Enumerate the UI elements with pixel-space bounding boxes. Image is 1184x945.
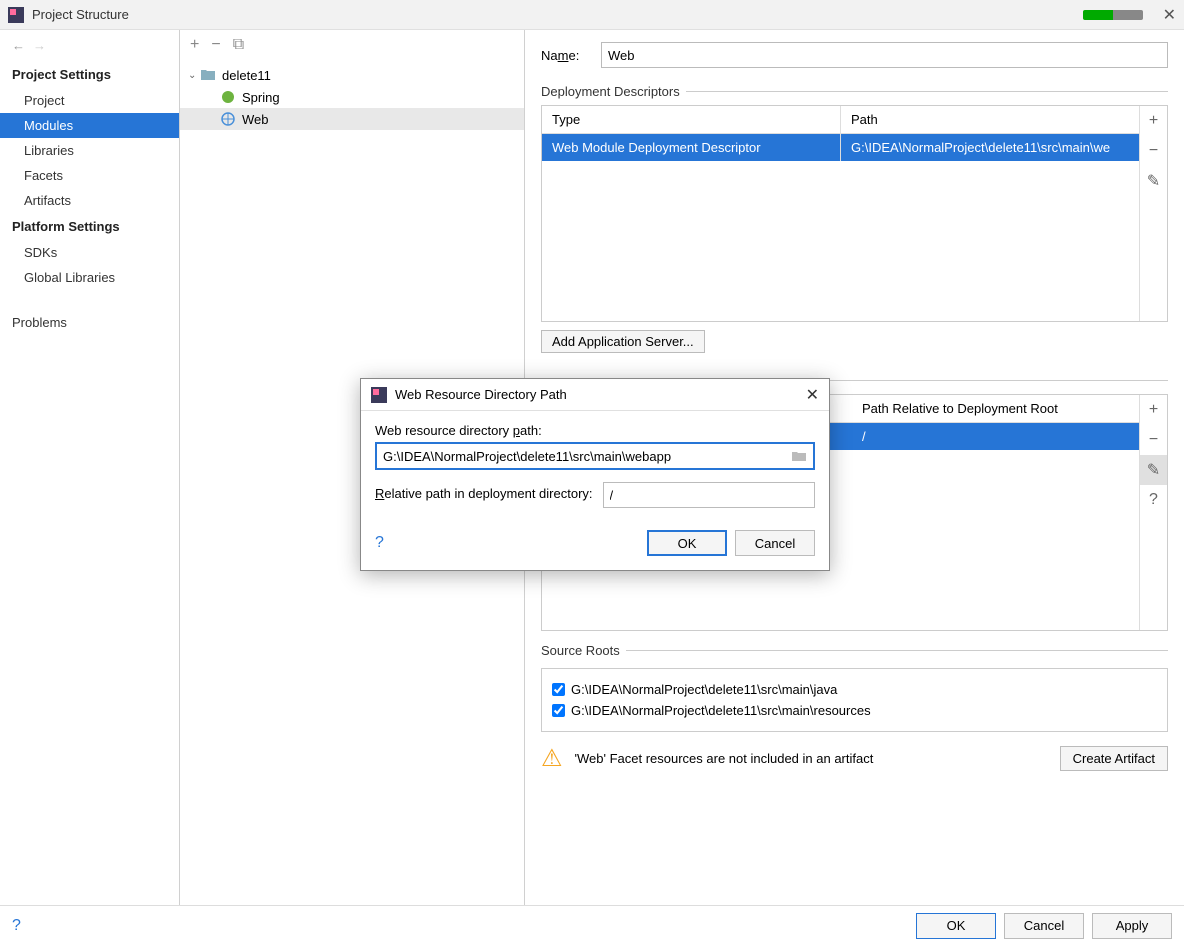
create-artifact-button[interactable]: Create Artifact <box>1060 746 1168 771</box>
web-resource-dialog: Web Resource Directory Path ✕ Web resour… <box>360 378 830 571</box>
source-root-checkbox[interactable] <box>552 683 565 696</box>
close-icon[interactable]: ✕ <box>806 385 819 405</box>
deployment-descriptors-table: Type Path Web Module Deployment Descript… <box>541 105 1168 322</box>
chevron-down-icon[interactable]: ⌄ <box>188 70 200 81</box>
warning-row: ⚠ 'Web' Facet resources are not included… <box>541 744 1168 773</box>
path-input-wrap <box>375 442 815 470</box>
remove-icon[interactable]: − <box>211 36 220 54</box>
tree-label: delete11 <box>222 68 271 83</box>
col-path-header[interactable]: Path <box>841 106 1139 133</box>
forward-icon[interactable]: → <box>33 38 46 53</box>
sidebar-item-global-libraries[interactable]: Global Libraries <box>0 265 179 290</box>
cell-path: G:\IDEA\NormalProject\delete11\src\main\… <box>841 134 1139 161</box>
name-label: Name: <box>541 48 601 63</box>
add-icon[interactable]: + <box>1140 395 1167 425</box>
help-icon[interactable]: ? <box>375 534 384 552</box>
name-field-row: Name: <box>541 42 1168 68</box>
warning-text: 'Web' Facet resources are not included i… <box>575 751 874 766</box>
source-roots-fieldset: Source Roots G:\IDEA\NormalProject\delet… <box>541 643 1168 732</box>
sidebar-item-sdks[interactable]: SDKs <box>0 240 179 265</box>
path-input[interactable] <box>377 444 785 468</box>
tree-label: Spring <box>242 90 280 105</box>
titlebar: Project Structure ✕ <box>0 0 1184 30</box>
app-icon <box>8 7 24 23</box>
relative-path-input[interactable] <box>603 482 815 508</box>
ok-button[interactable]: OK <box>647 530 727 556</box>
window-controls: ✕ <box>1083 5 1176 25</box>
sidebar-item-problems[interactable]: Problems <box>0 310 179 335</box>
edit-icon[interactable]: ✎ <box>1140 455 1167 485</box>
remove-icon[interactable]: − <box>1140 136 1167 166</box>
sidebar: ← → Project Settings Project Modules Lib… <box>0 30 180 905</box>
cancel-button[interactable]: Cancel <box>735 530 815 556</box>
browse-icon[interactable] <box>785 444 813 468</box>
table-header: Type Path <box>542 106 1139 134</box>
close-icon[interactable]: ✕ <box>1163 5 1176 25</box>
section-platform-settings: Platform Settings <box>0 213 179 240</box>
help-icon[interactable]: ? <box>12 917 21 935</box>
nav-arrows: ← → <box>0 38 179 61</box>
cell-type: Web Module Deployment Descriptor <box>542 134 841 161</box>
tree-node-spring[interactable]: Spring <box>180 86 524 108</box>
source-root-row[interactable]: G:\IDEA\NormalProject\delete11\src\main\… <box>552 679 1157 700</box>
app-icon <box>371 387 387 403</box>
tree-node-delete11[interactable]: ⌄ delete11 <box>180 64 524 86</box>
col-rel-header[interactable]: Path Relative to Deployment Root <box>852 395 1139 422</box>
source-root-checkbox[interactable] <box>552 704 565 717</box>
module-tree: ⌄ delete11 Spring Web <box>180 60 524 134</box>
copy-icon[interactable]: ⧉ <box>233 36 244 54</box>
sidebar-item-libraries[interactable]: Libraries <box>0 138 179 163</box>
deployment-descriptors-fieldset: Deployment Descriptors Type Path Web Mod… <box>541 84 1168 361</box>
relative-path-row: Relative path in deployment directory: <box>375 482 815 508</box>
source-roots-list: G:\IDEA\NormalProject\delete11\src\main\… <box>541 668 1168 732</box>
edit-icon[interactable]: ✎ <box>1140 166 1167 196</box>
relative-path-label: Relative path in deployment directory: <box>375 486 593 501</box>
sidebar-item-facets[interactable]: Facets <box>0 163 179 188</box>
back-icon[interactable]: ← <box>12 38 25 53</box>
apply-button[interactable]: Apply <box>1092 913 1172 939</box>
cancel-button[interactable]: Cancel <box>1004 913 1084 939</box>
warning-icon: ⚠ <box>541 744 563 773</box>
add-icon[interactable]: + <box>190 36 199 54</box>
memory-indicator[interactable] <box>1083 10 1143 20</box>
source-root-path: G:\IDEA\NormalProject\delete11\src\main\… <box>571 682 837 697</box>
dialog-footer: ? OK Cancel Apply <box>0 905 1184 945</box>
tree-toolbar: + − ⧉ <box>180 30 524 60</box>
col-type-header[interactable]: Type <box>542 106 841 133</box>
sidebar-item-artifacts[interactable]: Artifacts <box>0 188 179 213</box>
ok-button[interactable]: OK <box>916 913 996 939</box>
source-root-row[interactable]: G:\IDEA\NormalProject\delete11\src\main\… <box>552 700 1157 721</box>
cell-rel: / <box>852 423 1139 450</box>
path-label: Web resource directory path: <box>375 423 815 438</box>
web-icon <box>220 111 236 127</box>
modal-titlebar: Web Resource Directory Path ✕ <box>361 379 829 411</box>
add-icon[interactable]: + <box>1140 106 1167 136</box>
add-app-server-button[interactable]: Add Application Server... <box>541 330 705 353</box>
spring-icon <box>220 89 236 105</box>
modal-body: Web resource directory path: Relative pa… <box>361 411 829 520</box>
sidebar-item-project[interactable]: Project <box>0 88 179 113</box>
side-buttons: + − ✎ ? <box>1139 395 1167 630</box>
help-icon[interactable]: ? <box>1140 485 1167 515</box>
sidebar-item-modules[interactable]: Modules <box>0 113 179 138</box>
table-empty-space <box>542 161 1139 321</box>
folder-icon <box>200 67 216 83</box>
window-title: Project Structure <box>32 7 1083 22</box>
source-root-path: G:\IDEA\NormalProject\delete11\src\main\… <box>571 703 871 718</box>
deployment-descriptors-legend: Deployment Descriptors <box>541 84 686 99</box>
modal-footer: ? OK Cancel <box>361 520 829 570</box>
table-row[interactable]: Web Module Deployment Descriptor G:\IDEA… <box>542 134 1139 161</box>
modal-title: Web Resource Directory Path <box>395 387 806 402</box>
tree-node-web[interactable]: Web <box>180 108 524 130</box>
remove-icon[interactable]: − <box>1140 425 1167 455</box>
side-buttons: + − ✎ <box>1139 106 1167 321</box>
section-project-settings: Project Settings <box>0 61 179 88</box>
tree-label: Web <box>242 112 269 127</box>
source-roots-legend: Source Roots <box>541 643 626 658</box>
name-input[interactable] <box>601 42 1168 68</box>
